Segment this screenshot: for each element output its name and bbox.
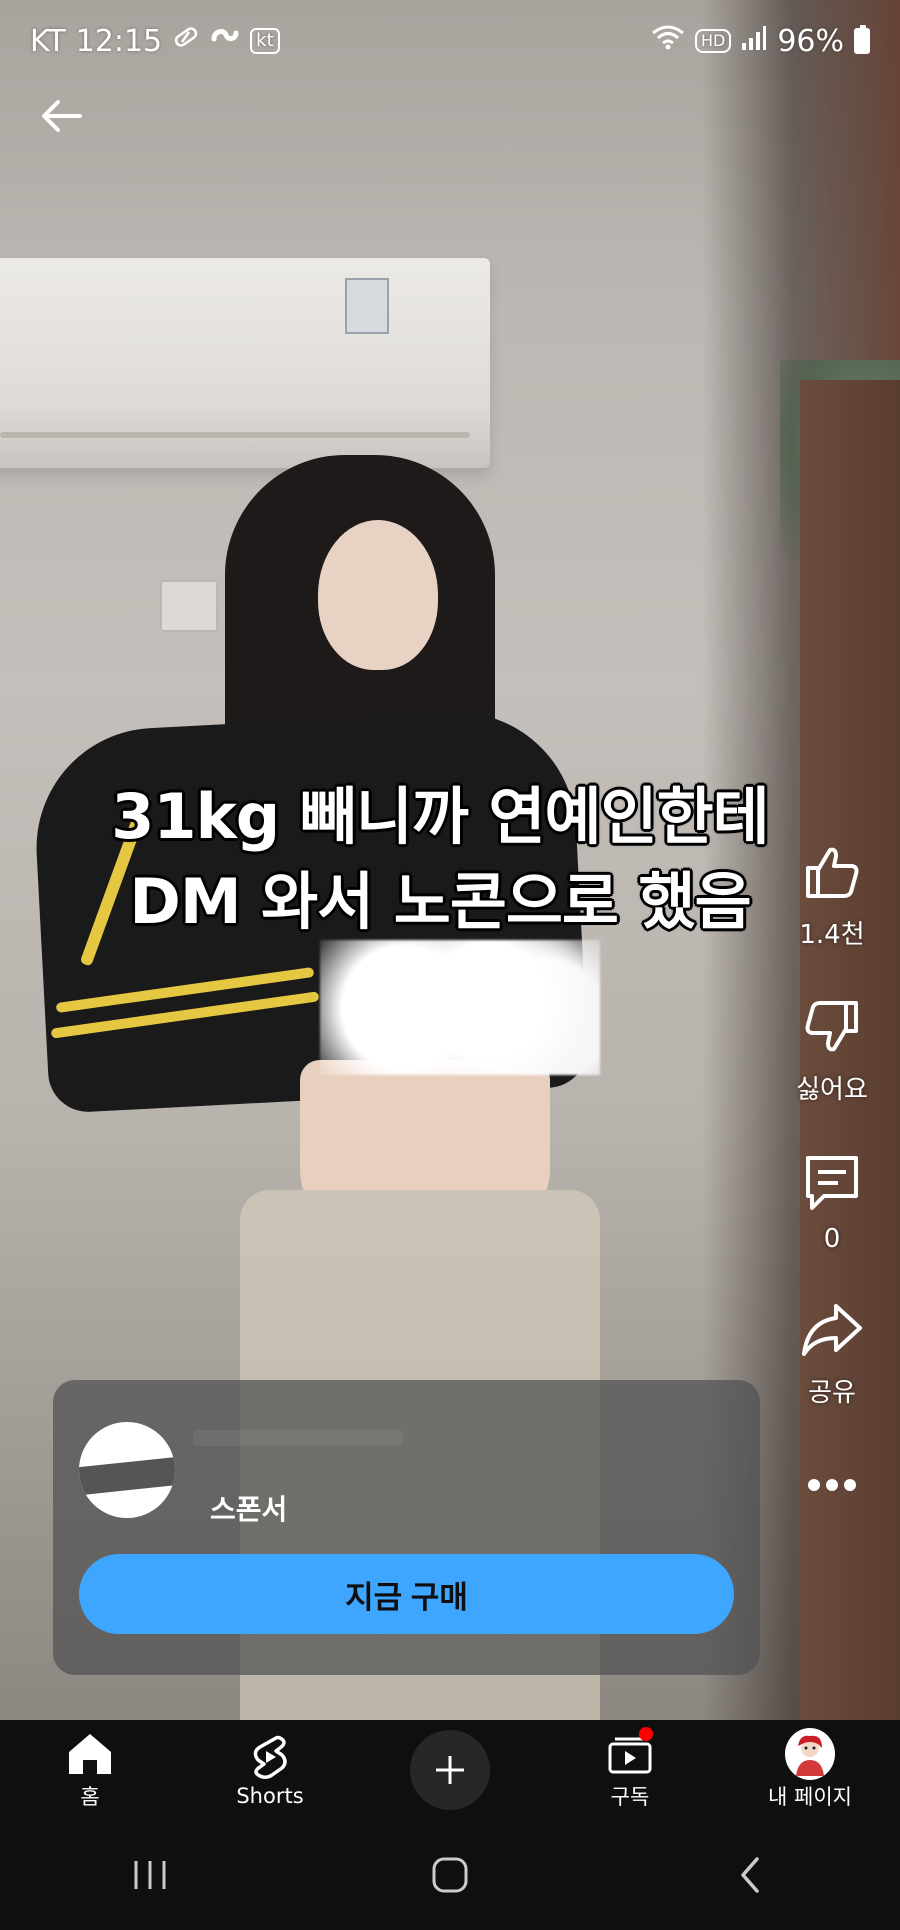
recents-icon	[134, 1861, 166, 1889]
sponsor-label: 스폰서	[210, 1493, 288, 1526]
pill-icon	[172, 23, 200, 59]
nav-my-page-label: 내 페이지	[768, 1785, 852, 1809]
link-icon	[210, 23, 240, 59]
person-face	[318, 520, 438, 670]
nav-home-label: 홈	[80, 1785, 100, 1809]
share-icon	[800, 1298, 864, 1362]
nav-create[interactable]	[360, 1720, 540, 1820]
caption-line-1: 31kg 빼니까 연예인한테	[111, 780, 769, 853]
system-nav-bar	[0, 1820, 900, 1930]
more-icon	[800, 1453, 864, 1517]
dislike-button[interactable]: 싫어요	[796, 995, 868, 1106]
hd-voice-badge: HD	[694, 29, 732, 53]
comment-button[interactable]: 0	[800, 1150, 864, 1254]
sponsor-avatar[interactable]	[79, 1422, 175, 1518]
caption-line-2: DM 와서 노콘으로 했음	[129, 865, 751, 938]
nav-subscriptions-label: 구독	[610, 1785, 650, 1809]
shorts-icon	[245, 1732, 295, 1782]
share-button[interactable]: 공유	[800, 1298, 864, 1409]
action-rail: 1.4천 싫어요 0 공유	[782, 840, 882, 1561]
comment-count: 0	[823, 1224, 841, 1254]
nav-shorts[interactable]: Shorts	[180, 1720, 360, 1820]
bottom-nav: 홈 Shorts 구독 내 페이지	[0, 1720, 900, 1820]
create-icon	[436, 1756, 464, 1784]
sponsor-card[interactable]: 스폰서 지금 구매	[53, 1380, 760, 1675]
nav-home[interactable]: 홈	[0, 1720, 180, 1820]
chevron-left-icon	[741, 1857, 759, 1893]
create-button[interactable]	[410, 1730, 490, 1810]
signal-icon	[741, 24, 767, 59]
dislike-label: 싫어요	[796, 1075, 868, 1105]
wifi-icon	[651, 23, 685, 59]
comment-icon	[800, 1150, 864, 1214]
clock: 12:15	[75, 23, 163, 59]
subscriptions-icon	[605, 1727, 655, 1779]
air-conditioner	[0, 258, 490, 468]
home-icon	[65, 1729, 115, 1779]
share-label: 공유	[808, 1378, 856, 1408]
buy-now-button[interactable]: 지금 구매	[79, 1554, 734, 1634]
nav-subscriptions[interactable]: 구독	[540, 1720, 720, 1820]
dislike-icon	[800, 995, 864, 1059]
cloud-censor-sticker	[320, 940, 600, 1075]
sponsor-name-placeholder	[193, 1430, 403, 1446]
notification-dot	[639, 1727, 653, 1741]
battery-icon	[854, 25, 870, 54]
more-button[interactable]	[800, 1453, 864, 1517]
like-icon	[800, 840, 864, 904]
wall-outlet	[160, 580, 218, 632]
like-count: 1.4천	[799, 920, 865, 950]
nav-my-page[interactable]: 내 페이지	[720, 1720, 900, 1820]
carrier-label: KT	[30, 23, 66, 59]
home-square-icon	[432, 1857, 468, 1893]
status-bar: KT 12:15 kt HD 96%	[30, 18, 870, 64]
system-back-button[interactable]	[710, 1845, 790, 1905]
nav-shorts-label: Shorts	[236, 1784, 304, 1808]
like-button[interactable]: 1.4천	[799, 840, 865, 951]
kt-badge: kt	[250, 28, 280, 54]
home-system-button[interactable]	[410, 1845, 490, 1905]
back-arrow-icon[interactable]	[36, 90, 88, 142]
battery-percent: 96%	[777, 23, 844, 59]
profile-avatar	[785, 1728, 835, 1780]
recents-button[interactable]	[110, 1845, 190, 1905]
